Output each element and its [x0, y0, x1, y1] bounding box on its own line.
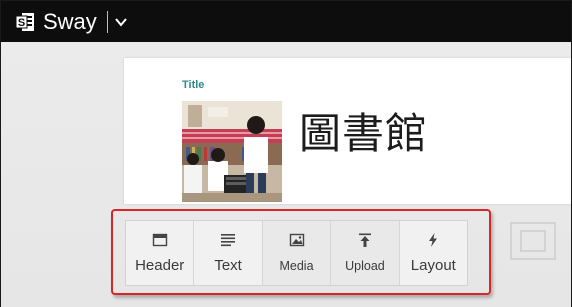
insert-toolbar: Header Text Media Upload Layout: [125, 220, 468, 286]
media-label: Media: [279, 259, 314, 273]
upload-label: Upload: [345, 259, 385, 273]
insert-media-button[interactable]: Media: [262, 221, 332, 285]
lightning-icon: [425, 232, 441, 248]
insert-header-button[interactable]: Header: [126, 221, 195, 285]
card-heading[interactable]: 圖書館: [299, 100, 428, 161]
layout-label: Layout: [410, 257, 456, 274]
svg-text:S: S: [18, 17, 25, 29]
header-label: Header: [135, 257, 185, 274]
card-type-label: Title: [182, 79, 205, 91]
upload-icon: [357, 232, 373, 248]
image-icon: [289, 232, 305, 248]
insert-text-button[interactable]: Text: [194, 221, 263, 285]
sway-logo-icon[interactable]: S: [15, 11, 35, 33]
upload-button[interactable]: Upload: [331, 221, 400, 285]
layout-button[interactable]: Layout: [399, 221, 468, 285]
text-label: Text: [214, 257, 242, 274]
title-image[interactable]: [182, 101, 282, 202]
title-divider: [106, 10, 108, 33]
header-icon: [152, 232, 168, 248]
chevron-down-icon[interactable]: [114, 15, 128, 29]
text-lines-icon: [220, 232, 236, 248]
background-pattern: [501, 211, 571, 271]
app-title: Sway: [43, 8, 97, 34]
top-bar: S Sway: [1, 1, 571, 42]
